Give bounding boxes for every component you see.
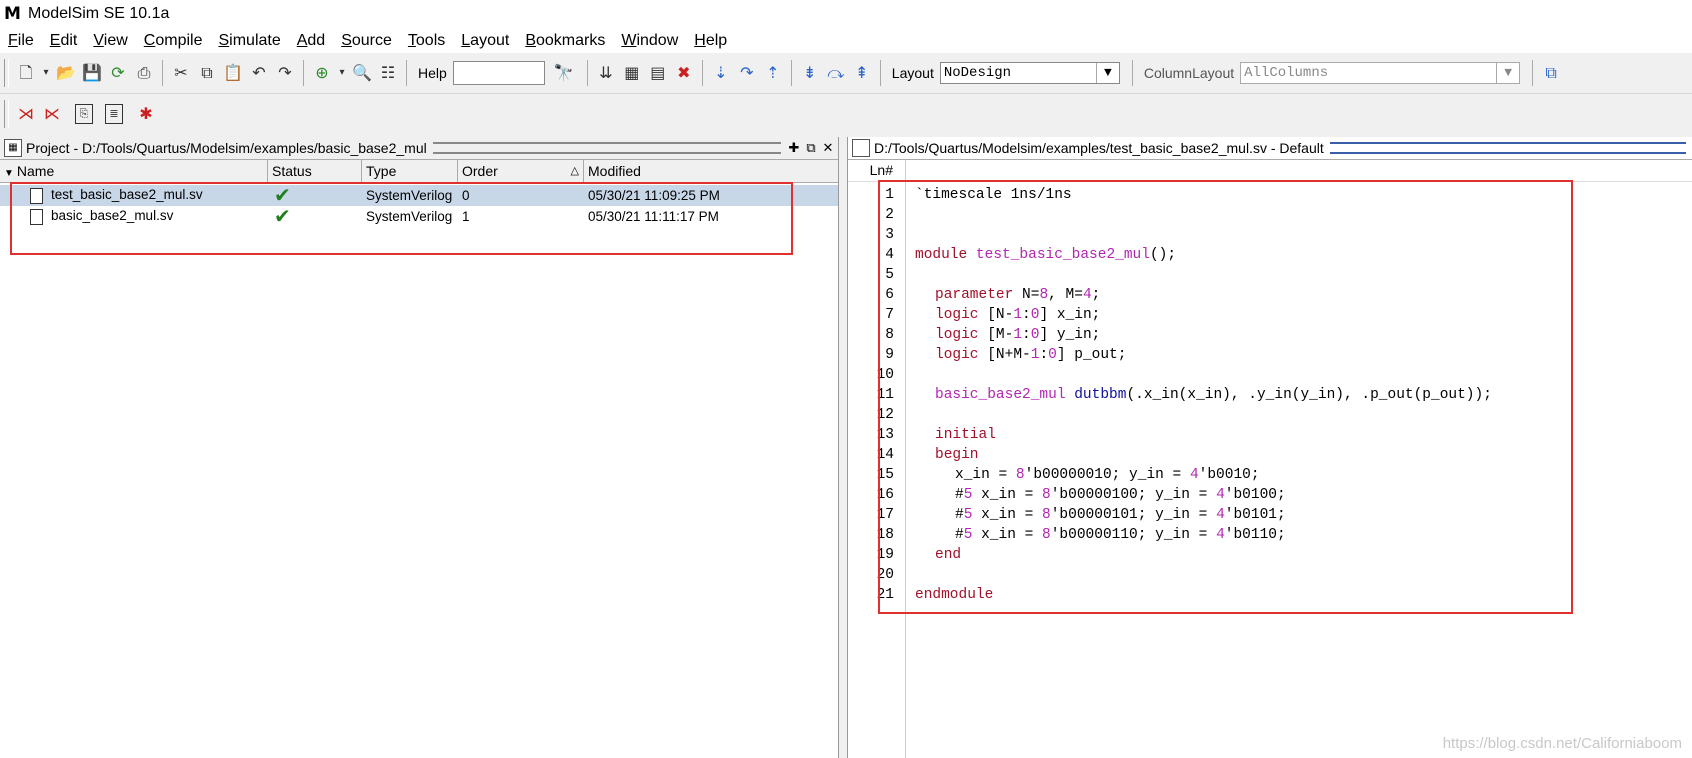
menu-window[interactable]: Window [613,32,686,50]
toolbar-grip[interactable] [4,100,9,128]
project-pane: ▦ Project - D:/Tools/Quartus/Modelsim/ex… [0,137,838,758]
chevron-down-icon[interactable]: ▼ [1095,63,1119,83]
add-icon[interactable]: ⊕ [311,62,333,84]
step-icon[interactable]: ⇣ [710,62,732,84]
menu-file[interactable]: File [0,32,42,50]
help-search-input[interactable] [452,61,545,85]
break-icon[interactable]: ✖ [673,62,695,84]
column-order[interactable]: Order △ [458,160,584,182]
project-pane-header: ▦ Project - D:/Tools/Quartus/Modelsim/ex… [0,137,838,160]
column-layout-select[interactable]: AllColumns ▼ [1240,62,1521,84]
menu-help[interactable]: Help [686,32,735,50]
menu-bookmarks[interactable]: Bookmarks [517,32,613,50]
menu-bar: File Edit View Compile Simulate Add Sour… [0,28,1692,53]
menu-add[interactable]: Add [289,32,333,50]
reload-icon[interactable]: ⟳ [107,62,129,84]
drag-handle[interactable] [432,142,781,154]
undock-icon[interactable]: ⧉ [804,141,818,156]
dropdown-arrow-icon[interactable]: ▾ [41,62,51,84]
copy-icon[interactable]: ⧉ [196,62,218,84]
menu-tools[interactable]: Tools [400,32,453,50]
highlight-box [10,182,793,255]
line-number-header: Ln# [848,160,1692,182]
step-over-icon[interactable]: ↷ [736,62,758,84]
project-column-header: ▼ Name Status Type Order △ Modified [0,160,838,183]
source-title: D:/Tools/Quartus/Modelsim/examples/test_… [874,140,1324,156]
menu-compile[interactable]: Compile [136,32,211,50]
print-icon[interactable]: ⎙ [133,62,155,84]
document-icon[interactable]: ⎘ [75,104,93,124]
redo-icon[interactable]: ↷ [274,62,296,84]
secondary-toolbar: ⋊ ⋉ ⎘ ≣ ✱ [0,94,1692,134]
column-layout-select-value: AllColumns [1244,65,1329,81]
window-title: ModelSim SE 10.1a [28,5,170,22]
undo-icon[interactable]: ↶ [248,62,270,84]
menu-layout[interactable]: Layout [453,32,517,50]
compile-all-icon[interactable]: ▦ [621,62,643,84]
title-bar: M ModelSim SE 10.1a [0,0,1692,28]
step-out-all-icon[interactable]: ⇞ [851,62,873,84]
window-config-icon[interactable]: ⧉ [1540,62,1562,84]
layout-label: Layout [891,65,934,81]
bug-icon[interactable]: ✱ [135,103,157,125]
remove-all-icon[interactable]: ⋉ [41,103,63,125]
line-number-column-label: Ln# [848,160,906,181]
main-toolbar: 🗋 ▾ 📂 💾 ⟳ ⎙ ✂ ⧉ 📋 ↶ ↷ ⊕ ▾ 🔍 ☷ Help 🔭 ⇊ ▦… [0,53,1692,94]
save-icon[interactable]: 💾 [81,62,103,84]
help-search-icon[interactable]: 🔭 [553,62,575,84]
menu-view[interactable]: View [85,32,135,50]
open-folder-icon[interactable]: 📂 [55,62,77,84]
pane-splitter[interactable] [838,137,848,758]
help-label: Help [418,65,447,81]
modelsim-logo-icon: M [4,4,21,24]
layout-select[interactable]: NoDesign ▼ [939,62,1120,84]
source-file-icon [852,139,870,157]
paste-icon[interactable]: 📋 [222,62,244,84]
drag-handle[interactable] [1329,142,1686,154]
document-list-icon[interactable]: ≣ [105,104,123,124]
highlight-box [878,180,1573,614]
collapse-icon[interactable]: ☷ [377,62,399,84]
step-out-icon[interactable]: ⇡ [762,62,784,84]
column-type[interactable]: Type [362,160,458,182]
menu-edit[interactable]: Edit [42,32,86,50]
add-icon[interactable]: ✚ [787,141,801,156]
source-pane: D:/Tools/Quartus/Modelsim/examples/test_… [848,137,1692,758]
simulate-icon[interactable]: ▤ [647,62,669,84]
project-title: Project - D:/Tools/Quartus/Modelsim/exam… [26,140,427,156]
column-name[interactable]: ▼ Name [0,160,268,182]
sort-arrow-icon: ▼ [4,168,14,179]
source-pane-header: D:/Tools/Quartus/Modelsim/examples/test_… [848,137,1692,160]
remove-icon[interactable]: ⋊ [15,103,37,125]
compile-icon[interactable]: ⇊ [595,62,617,84]
code-editor[interactable]: 1 `timescale 1ns/1ns 2 3 4 module test_bas… [848,180,1692,758]
close-icon[interactable]: ✕ [821,141,835,156]
column-layout-label: ColumnLayout [1143,65,1235,81]
dropdown-arrow-icon[interactable]: ▾ [337,62,347,84]
project-icon: ▦ [4,139,22,157]
find-icon[interactable]: 🔍 [351,62,373,84]
cut-icon[interactable]: ✂ [170,62,192,84]
chevron-down-icon[interactable]: ▼ [1496,63,1519,83]
column-status[interactable]: Status [268,160,362,182]
column-modified[interactable]: Modified [584,160,838,182]
layout-select-value: NoDesign [943,65,1012,81]
sort-indicator-icon: △ [570,165,579,177]
menu-source[interactable]: Source [333,32,400,50]
menu-simulate[interactable]: Simulate [210,32,288,50]
step-into-icon[interactable]: ⇟ [799,62,821,84]
toolbar-grip[interactable] [4,59,9,87]
watermark: https://blog.csdn.net/Californiaboom [1442,735,1682,752]
step-over-all-icon[interactable]: ⤼ [825,62,847,84]
new-file-icon[interactable]: 🗋 [15,62,37,84]
